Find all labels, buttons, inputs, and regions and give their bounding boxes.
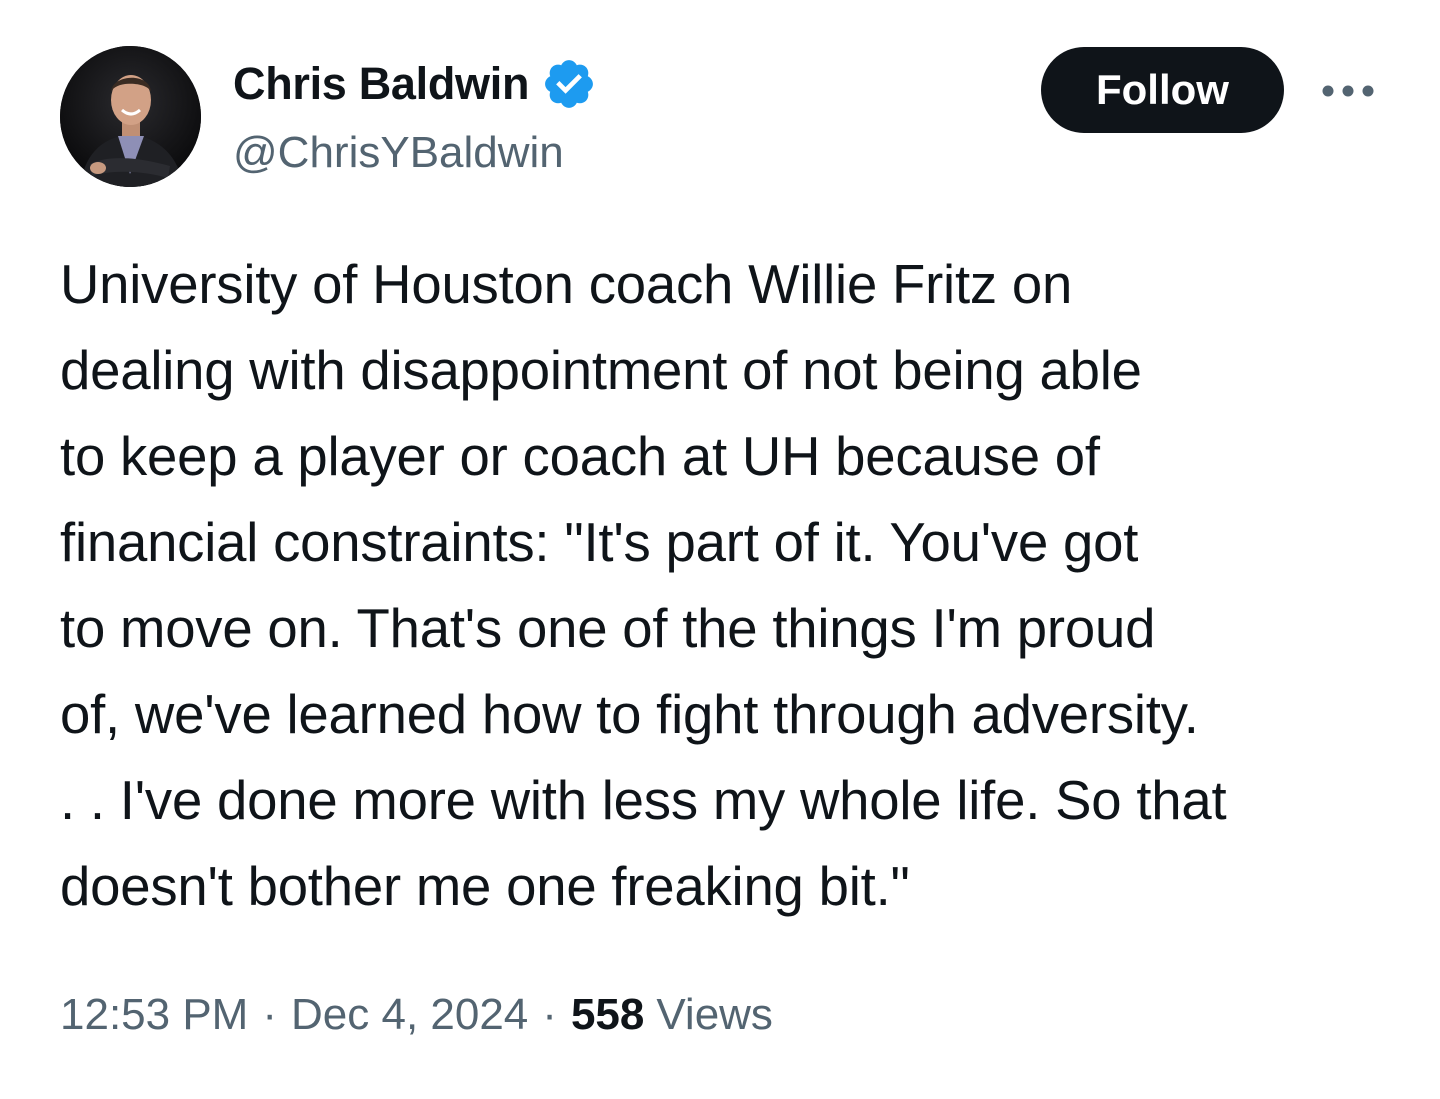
author-names: Chris Baldwin @ChrisYBaldwin [233,56,597,178]
author-handle[interactable]: @ChrisYBaldwin [233,128,597,178]
meta-separator: · [542,990,557,1039]
tweet-meta: 12:53 PM · Dec 4, 2024 · 558 Views [60,990,773,1040]
avatar-photo [60,46,201,187]
meta-separator: · [262,990,277,1039]
display-name-row: Chris Baldwin [233,56,597,112]
tweet-card: Chris Baldwin @ChrisYBaldwin Follow Univ… [0,0,1440,1099]
views-label[interactable]: Views [656,990,773,1040]
tweet-time[interactable]: 12:53 PM [60,990,248,1040]
tweet-text: University of Houston coach Willie Fritz… [60,254,1227,917]
more-options-button[interactable] [1318,74,1378,108]
views-count[interactable]: 558 [571,990,644,1040]
tweet-date[interactable]: Dec 4, 2024 [291,990,528,1040]
avatar[interactable] [60,46,201,187]
display-name[interactable]: Chris Baldwin [233,58,529,110]
follow-button[interactable]: Follow [1041,47,1284,133]
verified-badge-icon[interactable] [541,56,597,112]
ellipsis-icon [1322,85,1374,97]
tweet-header: Chris Baldwin @ChrisYBaldwin Follow [60,46,1380,191]
